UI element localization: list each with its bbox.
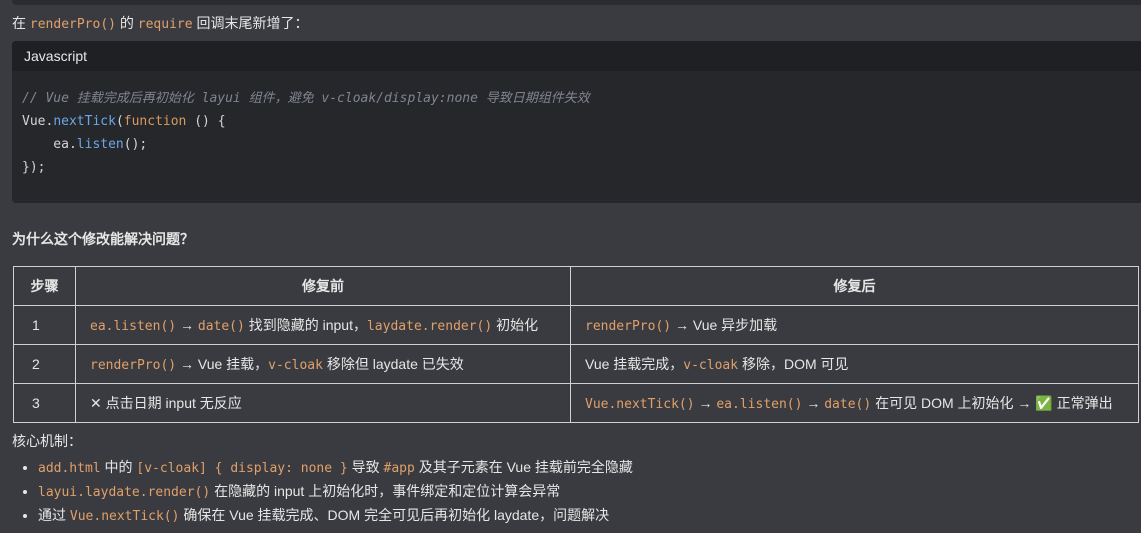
inline-code: [v-cloak] { display: none }: [136, 461, 348, 476]
inline-code: date(): [824, 397, 872, 412]
inline-code-require: require: [137, 17, 193, 32]
code-token: ();: [123, 137, 148, 152]
after-cell: renderPro() → Vue 异步加载: [570, 305, 1139, 345]
inline-code: laydate.render(): [366, 319, 493, 334]
comparison-table: 步骤 修复前 修复后 1 ea.listen() → date() 找到隐藏的 …: [13, 266, 1139, 423]
after-cell: Vue 挂载完成，v-cloak 移除，DOM 可见: [570, 344, 1139, 384]
code-language-label: Javascript: [12, 41, 1141, 71]
inline-code: ea.listen(): [90, 319, 177, 334]
list-text: 及其子元素在 Vue 挂载前完全隐藏: [414, 459, 633, 475]
code-content[interactable]: // Vue 挂载完成后再初始化 layui 组件，避免 v-cloak/dis…: [12, 71, 1141, 195]
inline-code: v-cloak: [683, 358, 739, 373]
list-text: 中的: [100, 459, 137, 475]
code-token: (: [115, 114, 124, 129]
code-token: Vue.: [22, 114, 54, 129]
cell-text: →: [694, 395, 717, 411]
cell-text: 初始化: [492, 317, 539, 333]
code-comment: // Vue 挂载完成后再初始化 layui 组件，避免 v-cloak/dis…: [22, 91, 590, 106]
list-item: layui.laydate.render() 在隐藏的 input 上初始化时，…: [38, 480, 633, 504]
header-after: 修复后: [570, 266, 1139, 306]
cell-text: → Vue 异步加载: [671, 317, 778, 333]
list-item: 通过 Vue.nextTick() 确保在 Vue 挂载完成、DOM 完全可见后…: [38, 504, 633, 528]
code-token: });: [22, 160, 46, 175]
cell-text: ✕ 点击日期 input 无反应: [90, 395, 242, 411]
table-row: 1 ea.listen() → date() 找到隐藏的 input，layda…: [13, 305, 1139, 345]
inline-code: date(): [197, 319, 245, 334]
header-before: 修复前: [75, 266, 571, 306]
table-header-row: 步骤 修复前 修复后: [13, 266, 1139, 306]
step-cell: 1: [13, 305, 76, 345]
before-cell: renderPro() → Vue 挂载，v-cloak 移除但 laydate…: [75, 344, 571, 384]
code-token: function: [123, 114, 187, 129]
core-mechanism-title: 核心机制：: [12, 433, 82, 449]
code-token: listen: [76, 137, 124, 152]
before-cell: ea.listen() → date() 找到隐藏的 input，laydate…: [75, 305, 571, 345]
table-row: 2 renderPro() → Vue 挂载，v-cloak 移除但 layda…: [13, 344, 1139, 384]
inline-code: renderPro(): [90, 358, 177, 373]
code-token: nextTick: [53, 114, 116, 129]
inline-code: ea.listen(): [716, 397, 803, 412]
step-cell: 3: [13, 383, 76, 423]
cell-text: 在可见 DOM 上初始化 → ✅ 正常弹出: [871, 395, 1113, 411]
code-block: Javascript // Vue 挂载完成后再初始化 layui 组件，避免 …: [12, 41, 1141, 203]
cell-text: →: [802, 395, 825, 411]
intro-prefix: 在: [12, 15, 30, 31]
cell-text: → Vue 挂载，: [176, 356, 269, 372]
inline-code: #app: [383, 461, 415, 476]
cell-text: 找到隐藏的 input，: [244, 317, 367, 333]
table-row: 3 ✕ 点击日期 input 无反应 Vue.nextTick() → ea.l…: [13, 383, 1139, 423]
inline-code: v-cloak: [268, 358, 323, 373]
intro-suffix: 回调末尾新增了：: [192, 15, 309, 31]
cell-text: →: [176, 317, 198, 333]
section-question: 为什么这个修改能解决问题？: [12, 231, 194, 247]
inline-code: Vue.nextTick(): [69, 509, 180, 524]
header-step: 步骤: [13, 266, 76, 306]
core-mechanism-list: add.html 中的 [v-cloak] { display: none } …: [24, 456, 633, 528]
inline-code: add.html: [38, 461, 101, 476]
inline-code: layui.laydate.render(): [38, 485, 211, 500]
list-item: add.html 中的 [v-cloak] { display: none } …: [38, 456, 633, 480]
intro-mid: 的: [115, 15, 138, 31]
list-text: 导致: [347, 459, 384, 475]
list-text: 通过: [38, 507, 70, 523]
inline-code-renderpro: renderPro(): [29, 17, 116, 32]
inline-code: Vue.nextTick(): [585, 397, 695, 412]
inline-code: renderPro(): [585, 319, 672, 334]
cell-text: 移除但 laydate 已失效: [322, 356, 464, 372]
code-token: ea.: [22, 137, 77, 152]
step-cell: 2: [13, 344, 76, 384]
code-token: () {: [186, 114, 226, 129]
cell-text: 移除，DOM 可见: [738, 356, 849, 372]
list-text: 在隐藏的 input 上初始化时，事件绑定和定位计算会异常: [210, 483, 561, 499]
cell-text: Vue 挂载完成，: [585, 356, 684, 372]
previous-block-edge: [12, 0, 1141, 5]
after-cell: Vue.nextTick() → ea.listen() → date() 在可…: [570, 383, 1139, 423]
before-cell: ✕ 点击日期 input 无反应: [75, 383, 571, 423]
list-text: 确保在 Vue 挂载完成、DOM 完全可见后再初始化 laydate，问题解决: [179, 507, 610, 523]
intro-text: 在 renderPro() 的 require 回调末尾新增了：: [12, 14, 308, 34]
